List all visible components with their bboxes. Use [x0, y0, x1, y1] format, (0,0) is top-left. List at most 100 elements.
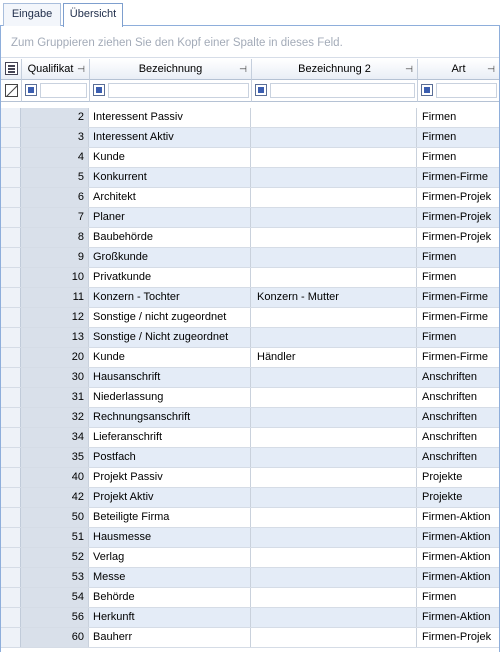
table-row[interactable]: 2 Interessent Passiv Firmen [1, 108, 499, 128]
cell-bezeichnung[interactable]: Herkunft [89, 608, 251, 627]
cell-bezeichnung2[interactable] [251, 528, 417, 547]
cell-bezeichnung[interactable]: Projekt Passiv [89, 468, 251, 487]
cell-art[interactable]: Firmen-Projek [417, 208, 499, 227]
table-row[interactable]: 51 Hausmesse Firmen-Aktion [1, 528, 499, 548]
pin-icon[interactable]: ⊣ [77, 59, 85, 79]
cell-bezeichnung2[interactable] [251, 368, 417, 387]
cell-bezeichnung2[interactable]: Händler [251, 348, 417, 367]
cell-qualifikat[interactable]: 5 [21, 168, 89, 187]
cell-bezeichnung2[interactable] [251, 208, 417, 227]
cell-art[interactable]: Firmen [417, 108, 499, 127]
cell-bezeichnung2[interactable] [251, 228, 417, 247]
cell-bezeichnung2[interactable] [251, 628, 417, 647]
table-row[interactable]: 32 Rechnungsanschrift Anschriften [1, 408, 499, 428]
cell-art[interactable]: Projekte [417, 468, 499, 487]
filter-operator-icon[interactable] [25, 84, 37, 96]
pin-icon[interactable]: ⊣ [487, 59, 495, 79]
row-indicator[interactable] [1, 268, 21, 287]
cell-qualifikat[interactable]: 31 [21, 388, 89, 407]
cell-art[interactable]: Firmen [417, 328, 499, 347]
cell-art[interactable]: Firmen-Aktion [417, 528, 499, 547]
cell-qualifikat[interactable]: 12 [21, 308, 89, 327]
table-row[interactable]: 35 Postfach Anschriften [1, 448, 499, 468]
cell-bezeichnung[interactable]: Interessent Aktiv [89, 128, 251, 147]
cell-bezeichnung[interactable]: Bauherr [89, 628, 251, 647]
cell-bezeichnung2[interactable] [251, 148, 417, 167]
cell-bezeichnung2[interactable] [251, 508, 417, 527]
row-indicator[interactable] [1, 508, 21, 527]
cell-bezeichnung2[interactable] [251, 188, 417, 207]
column-chooser-button[interactable] [1, 59, 22, 80]
row-indicator[interactable] [1, 168, 21, 187]
row-indicator[interactable] [1, 348, 21, 367]
cell-art[interactable]: Firmen-Firme [417, 348, 499, 367]
cell-qualifikat[interactable]: 34 [21, 428, 89, 447]
cell-art[interactable]: Firmen-Aktion [417, 508, 499, 527]
cell-qualifikat[interactable]: 10 [21, 268, 89, 287]
row-indicator[interactable] [1, 448, 21, 467]
cell-art[interactable]: Firmen [417, 148, 499, 167]
cell-bezeichnung2[interactable] [251, 608, 417, 627]
cell-qualifikat[interactable]: 2 [21, 108, 89, 127]
cell-qualifikat[interactable]: 20 [21, 348, 89, 367]
table-row[interactable]: 9 Großkunde Firmen [1, 248, 499, 268]
filter-input-bezeichnung[interactable] [108, 83, 249, 98]
row-indicator[interactable] [1, 588, 21, 607]
row-indicator[interactable] [1, 388, 21, 407]
cell-bezeichnung[interactable]: Hausanschrift [89, 368, 251, 387]
row-indicator[interactable] [1, 128, 21, 147]
cell-bezeichnung[interactable]: Postfach [89, 448, 251, 467]
cell-bezeichnung2[interactable]: Konzern - Mutter [251, 288, 417, 307]
row-indicator[interactable] [1, 108, 21, 127]
table-row[interactable]: 7 Planer Firmen-Projek [1, 208, 499, 228]
cell-qualifikat[interactable]: 7 [21, 208, 89, 227]
group-by-area[interactable]: Zum Gruppieren ziehen Sie den Kopf einer… [1, 26, 499, 58]
cell-qualifikat[interactable]: 32 [21, 408, 89, 427]
table-row[interactable]: 30 Hausanschrift Anschriften [1, 368, 499, 388]
cell-bezeichnung[interactable]: Kunde [89, 348, 251, 367]
row-indicator[interactable] [1, 548, 21, 567]
cell-bezeichnung2[interactable] [251, 448, 417, 467]
row-indicator[interactable] [1, 568, 21, 587]
cell-bezeichnung2[interactable] [251, 408, 417, 427]
table-row[interactable]: 42 Projekt Aktiv Projekte [1, 488, 499, 508]
cell-art[interactable]: Firmen [417, 248, 499, 267]
row-indicator[interactable] [1, 368, 21, 387]
pin-icon[interactable]: ⊣ [405, 59, 413, 79]
cell-bezeichnung[interactable]: Sonstige / nicht zugeordnet [89, 308, 251, 327]
row-indicator[interactable] [1, 288, 21, 307]
cell-art[interactable]: Anschriften [417, 368, 499, 387]
table-row[interactable]: 20 Kunde Händler Firmen-Firme [1, 348, 499, 368]
cell-qualifikat[interactable]: 42 [21, 488, 89, 507]
table-row[interactable]: 5 Konkurrent Firmen-Firme [1, 168, 499, 188]
table-row[interactable]: 56 Herkunft Firmen-Aktion [1, 608, 499, 628]
cell-bezeichnung2[interactable] [251, 568, 417, 587]
cell-art[interactable]: Firmen-Projek [417, 628, 499, 647]
column-header-bezeichnung[interactable]: Bezeichnung ⊣ [90, 59, 252, 80]
cell-qualifikat[interactable]: 54 [21, 588, 89, 607]
cell-bezeichnung[interactable]: Niederlassung [89, 388, 251, 407]
row-indicator[interactable] [1, 148, 21, 167]
table-row[interactable]: 13 Sonstige / Nicht zugeordnet Firmen [1, 328, 499, 348]
cell-bezeichnung[interactable]: Verlag [89, 548, 251, 567]
row-indicator[interactable] [1, 308, 21, 327]
cell-art[interactable]: Anschriften [417, 428, 499, 447]
row-indicator[interactable] [1, 208, 21, 227]
filter-operator-icon[interactable] [255, 84, 267, 96]
filter-input-art[interactable] [436, 83, 497, 98]
cell-art[interactable]: Firmen [417, 128, 499, 147]
table-row[interactable]: 8 Baubehörde Firmen-Projek [1, 228, 499, 248]
cell-bezeichnung2[interactable] [251, 428, 417, 447]
cell-qualifikat[interactable]: 40 [21, 468, 89, 487]
cell-qualifikat[interactable]: 3 [21, 128, 89, 147]
cell-art[interactable]: Firmen-Aktion [417, 608, 499, 627]
cell-art[interactable]: Firmen-Projek [417, 228, 499, 247]
cell-qualifikat[interactable]: 60 [21, 628, 89, 647]
cell-art[interactable]: Firmen-Firme [417, 168, 499, 187]
filter-operator-icon[interactable] [421, 84, 433, 96]
table-row[interactable]: 31 Niederlassung Anschriften [1, 388, 499, 408]
cell-qualifikat[interactable]: 4 [21, 148, 89, 167]
cell-qualifikat[interactable]: 35 [21, 448, 89, 467]
cell-bezeichnung[interactable]: Interessent Passiv [89, 108, 251, 127]
cell-bezeichnung2[interactable] [251, 328, 417, 347]
